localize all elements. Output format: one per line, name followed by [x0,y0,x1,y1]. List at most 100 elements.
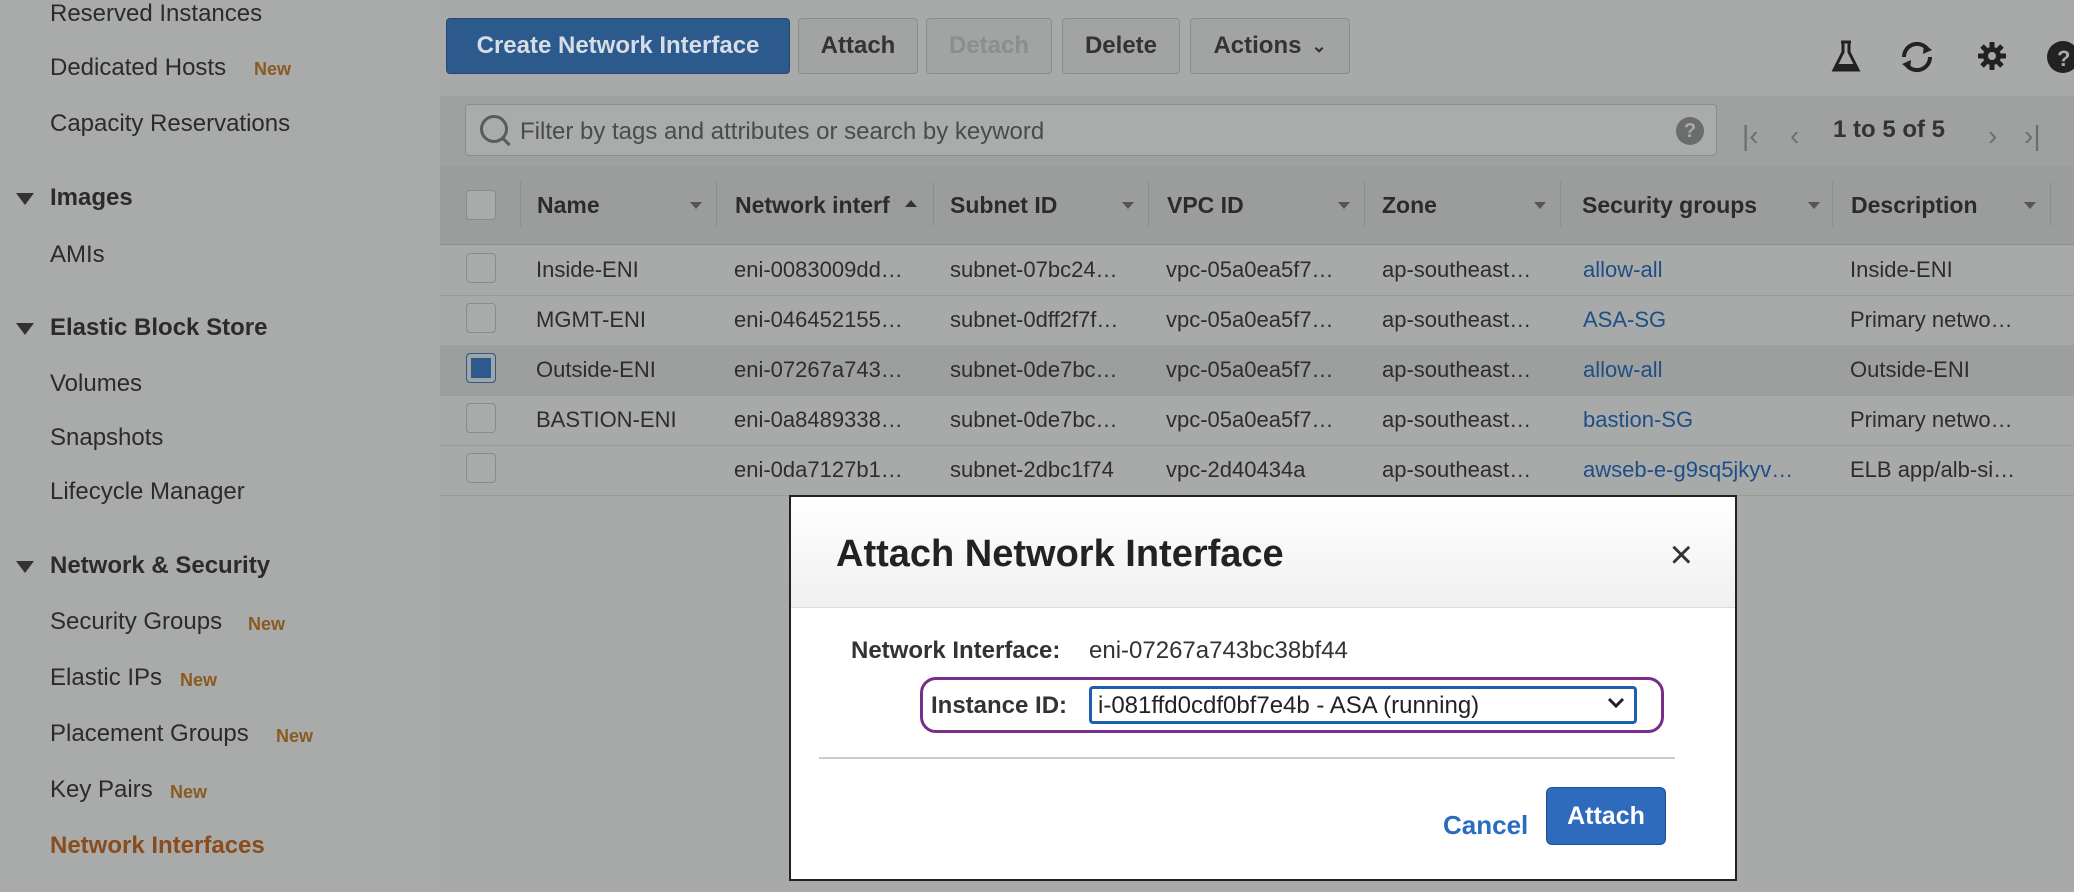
new-badge: New [276,726,314,746]
cell-description: Primary netwo… [1850,407,2013,432]
column-header-vpc-id[interactable]: VPC ID [1167,192,1244,219]
table-row[interactable]: BASTION-ENI eni-0a8489338… subnet-0de7bc… [440,395,2074,446]
row-checkbox[interactable] [466,453,496,483]
cell-subnet-id: subnet-07bc24… [950,257,1118,282]
dialog-divider [819,757,1675,759]
row-checkbox[interactable] [466,303,496,333]
table-row-selected[interactable]: Outside-ENI eni-07267a743… subnet-0de7bc… [440,345,2074,396]
cell-subnet-id: subnet-2dbc1f74 [950,457,1114,482]
search-input[interactable]: Filter by tags and attributes or search … [465,104,1717,156]
new-badge: New [254,59,292,79]
sidebar-item-snapshots[interactable]: Snapshots [50,424,163,452]
sort-caret-icon [690,202,702,209]
cell-network-interface: eni-0a8489338… [734,407,903,432]
help-icon[interactable]: ? [2046,40,2074,82]
cell-network-interface: eni-0da7127b1… [734,457,903,482]
prev-page-icon[interactable]: ‹ [1790,120,1799,152]
gear-icon[interactable] [1976,40,2008,80]
sidebar-item-network-interfaces[interactable]: Network Interfaces [50,832,265,860]
help-icon[interactable]: ? [1676,117,1704,145]
delete-button[interactable]: Delete [1062,18,1180,74]
column-divider [716,182,717,226]
flask-icon[interactable] [1830,40,1862,82]
sidebar-item-dedicated-hosts[interactable]: Dedicated Hosts [50,54,226,82]
row-checkbox[interactable] [466,253,496,283]
column-header-zone[interactable]: Zone [1382,192,1437,219]
cell-zone: ap-southeast… [1382,457,1532,482]
sidebar-section-elastic-block-store[interactable]: Elastic Block Store [16,314,267,342]
network-interface-label: Network Interface: [851,637,1061,664]
chevron-down-icon: ⌄ [1311,35,1327,56]
cell-name: Outside-ENI [536,357,656,382]
cancel-button[interactable]: Cancel [1443,810,1528,841]
cell-security-group-link[interactable]: bastion-SG [1583,407,1823,433]
cell-description: Inside-ENI [1850,257,1953,282]
dialog-title: Attach Network Interface [836,533,1284,575]
column-divider [1148,182,1149,226]
column-header-description[interactable]: Description [1851,192,1978,219]
column-header-name[interactable]: Name [537,192,600,219]
search-icon [480,115,508,143]
cell-security-group-link[interactable]: ASA-SG [1583,307,1823,333]
row-checkbox-checked[interactable] [466,353,496,383]
sidebar-section-network-security[interactable]: Network & Security [16,552,270,580]
sidebar-section-images[interactable]: Images [16,184,133,212]
sort-caret-icon [1534,202,1546,209]
row-checkbox[interactable] [466,403,496,433]
cell-subnet-id: subnet-0de7bc… [950,357,1118,382]
actions-dropdown[interactable]: Actions ⌄ [1190,18,1350,74]
cell-subnet-id: subnet-0dff2f7f… [950,307,1119,332]
sidebar-item-lifecycle-manager[interactable]: Lifecycle Manager [50,478,245,506]
cell-security-group-link[interactable]: allow-all [1583,357,1823,383]
sidebar-item-volumes[interactable]: Volumes [50,370,142,398]
column-header-security-groups[interactable]: Security groups [1582,192,1757,219]
close-icon[interactable]: × [1670,535,1693,575]
sidebar: Reserved Instances Dedicated Hosts New C… [0,0,440,892]
first-page-icon[interactable]: |‹ [1742,120,1759,152]
cell-name: MGMT-ENI [536,307,646,332]
cell-zone: ap-southeast… [1382,257,1532,282]
cell-security-group-link[interactable]: awseb-e-g9sq5jkyv… [1583,457,1823,483]
column-header-subnet-id[interactable]: Subnet ID [950,192,1057,219]
attach-button[interactable]: Attach [798,18,918,74]
collapse-triangle-icon [16,192,34,205]
last-page-icon[interactable]: ›| [2024,120,2041,152]
select-all-checkbox[interactable] [466,190,496,220]
cell-zone: ap-southeast… [1382,407,1532,432]
cell-zone: ap-southeast… [1382,357,1532,382]
instance-id-selected-value: i-081ffd0cdf0bf7e4b - ASA (running) [1098,692,1480,719]
cell-description: Primary netwo… [1850,307,2013,332]
sidebar-item-capacity-reservations[interactable]: Capacity Reservations [50,110,290,138]
cell-vpc-id: vpc-05a0ea5f7… [1166,257,1334,282]
table-header: Name Network interf Subnet ID VPC ID Zon… [440,166,2074,245]
sidebar-item-reserved-instances[interactable]: Reserved Instances [50,0,262,28]
sidebar-item-elastic-ips[interactable]: Elastic IPs [50,664,162,692]
column-header-network-interface[interactable]: Network interf [735,192,893,219]
detach-button[interactable]: Detach [926,18,1052,74]
sidebar-item-placement-groups[interactable]: Placement Groups [50,720,249,748]
sidebar-item-key-pairs[interactable]: Key Pairs [50,776,153,804]
sort-ascending-icon [905,200,917,207]
attach-confirm-button[interactable]: Attach [1546,787,1666,845]
next-page-icon[interactable]: › [1988,120,1997,152]
cell-subnet-id: subnet-0de7bc… [950,407,1118,432]
sort-caret-icon [2024,202,2036,209]
cell-name: Inside-ENI [536,257,639,282]
chevron-down-icon [1606,692,1626,718]
sort-caret-icon [1808,202,1820,209]
sidebar-item-amis[interactable]: AMIs [50,241,105,269]
refresh-icon[interactable] [1898,40,1936,82]
create-network-interface-button[interactable]: Create Network Interface [446,18,790,74]
cell-network-interface: eni-07267a743… [734,357,903,382]
table-row[interactable]: eni-0da7127b1… subnet-2dbc1f74 vpc-2d404… [440,445,2074,496]
table-row[interactable]: MGMT-ENI eni-046452155… subnet-0dff2f7f…… [440,295,2074,346]
pagination-text: 1 to 5 of 5 [1833,116,1946,143]
cell-security-group-link[interactable]: allow-all [1583,257,1823,283]
cell-network-interface: eni-046452155… [734,307,903,332]
column-divider [1560,182,1561,226]
cell-vpc-id: vpc-05a0ea5f7… [1166,357,1334,382]
instance-id-select[interactable]: i-081ffd0cdf0bf7e4b - ASA (running) [1089,686,1637,724]
table-row[interactable]: Inside-ENI eni-0083009dd… subnet-07bc24…… [440,245,2074,296]
sidebar-item-security-groups[interactable]: Security Groups [50,608,222,636]
collapse-triangle-icon [16,322,34,335]
